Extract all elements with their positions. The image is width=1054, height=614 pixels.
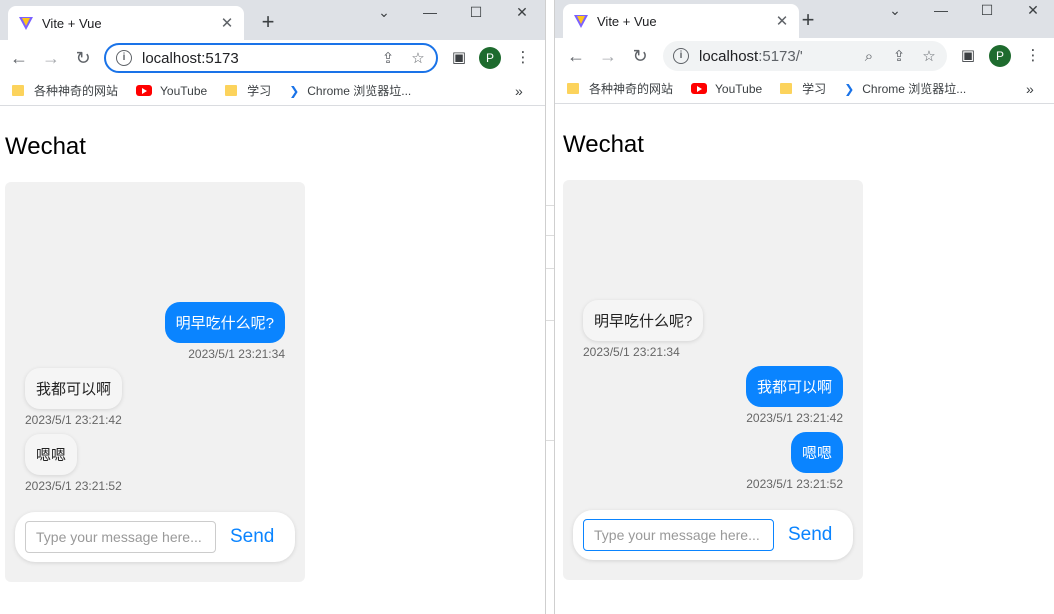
message-incoming: 明早吃什么呢? 2023/5/1 23:21:34: [583, 300, 704, 359]
star-icon[interactable]: ☆: [406, 49, 430, 67]
bookmark-item[interactable]: ❯ Chrome 浏览器垃...: [289, 82, 411, 99]
folder-icon: [780, 83, 793, 94]
tab-title: Vite + Vue: [42, 15, 102, 31]
minimize-icon[interactable]: —: [931, 2, 951, 18]
message-bubble: 我都可以啊: [25, 368, 123, 409]
message-outgoing: 我都可以啊 2023/5/1 23:21:42: [745, 366, 843, 425]
minimize-icon[interactable]: —: [420, 4, 440, 20]
bookmark-item[interactable]: YouTube: [691, 82, 762, 96]
bookmark-item[interactable]: ❯ Chrome 浏览器垃...: [844, 80, 966, 97]
url-text[interactable]: localhost:5173: [142, 50, 376, 67]
message-timestamp: 2023/5/1 23:21:52: [746, 477, 843, 491]
sidebar-icon[interactable]: ▣: [958, 46, 978, 64]
page-content: Wechat 明早吃什么呢? 2023/5/1 23:21:34 我都可以啊 2…: [0, 107, 545, 614]
address-bar[interactable]: i localhost:5173 ⇪ ☆: [104, 43, 438, 73]
toolbar: ← → ↻ i localhost:5173 ⇪ ☆ ▣ P ⋮: [0, 40, 545, 76]
maximize-icon[interactable]: ☐: [466, 4, 486, 21]
avatar[interactable]: P: [479, 47, 501, 69]
tab-active[interactable]: Vite + Vue ✕: [8, 6, 244, 40]
url-text[interactable]: localhost:5173/': [699, 48, 857, 65]
message-bubble: 明早吃什么呢?: [164, 302, 285, 343]
browser-window-right: Vite + Vue ✕ + ⌄ — ☐ ✕ ← → ↻ i localhost…: [555, 0, 1054, 614]
message-input[interactable]: [25, 521, 216, 553]
tab-active[interactable]: Vite + Vue ✕: [563, 4, 799, 38]
info-icon[interactable]: i: [673, 48, 689, 64]
message-incoming: 嗯嗯 2023/5/1 23:21:52: [25, 434, 122, 493]
menu-dots-icon[interactable]: ⋮: [513, 48, 533, 66]
plus-icon[interactable]: +: [796, 8, 820, 32]
menu-dots-icon[interactable]: ⋮: [1023, 46, 1043, 64]
message-composer: Send: [15, 512, 295, 562]
reload-icon[interactable]: ↻: [628, 44, 652, 68]
share-icon[interactable]: ⇪: [376, 49, 400, 67]
message-timestamp: 2023/5/1 23:21:34: [188, 347, 285, 361]
chat-window: 明早吃什么呢? 2023/5/1 23:21:34 我都可以啊 2023/5/1…: [5, 182, 305, 582]
bookmark-item[interactable]: YouTube: [136, 84, 207, 98]
folder-icon: [567, 83, 579, 94]
tab-strip: Vite + Vue ✕ + ⌄ — ☐ ✕: [0, 0, 545, 40]
page-title: Wechat: [5, 133, 86, 160]
forward-arrow-icon[interactable]: →: [39, 46, 63, 70]
back-arrow-icon[interactable]: ←: [7, 46, 31, 70]
message-outgoing: 嗯嗯 2023/5/1 23:21:52: [746, 432, 843, 491]
bookmark-item[interactable]: 学习: [780, 80, 826, 97]
folder-icon: [225, 85, 238, 96]
more-chevron-icon[interactable]: »: [515, 83, 523, 99]
close-window-icon[interactable]: ✕: [1023, 2, 1043, 19]
tab-title: Vite + Vue: [597, 13, 657, 29]
message-timestamp: 2023/5/1 23:21:42: [25, 413, 122, 427]
close-icon[interactable]: ✕: [773, 12, 791, 30]
folder-icon: [12, 85, 24, 96]
close-icon[interactable]: ✕: [218, 14, 236, 32]
send-button[interactable]: Send: [788, 520, 832, 550]
tab-strip: Vite + Vue ✕ + ⌄ — ☐ ✕: [555, 0, 1054, 40]
message-bubble: 嗯嗯: [790, 432, 843, 473]
chrome-bookmark-icon: ❯: [844, 81, 855, 96]
message-outgoing: 明早吃什么呢? 2023/5/1 23:21:34: [164, 302, 285, 361]
vite-logo-icon: [19, 17, 33, 30]
message-timestamp: 2023/5/1 23:21:42: [746, 411, 843, 425]
plus-icon[interactable]: +: [256, 10, 280, 34]
maximize-icon[interactable]: ☐: [977, 2, 997, 19]
chevron-down-icon[interactable]: ⌄: [374, 4, 394, 21]
message-bubble: 我都可以啊: [745, 366, 843, 407]
message-timestamp: 2023/5/1 23:21:52: [25, 479, 122, 493]
toolbar: ← → ↻ i localhost:5173/' ⌕ ⇪ ☆ ▣ P ⋮: [555, 38, 1054, 74]
chat-window: 明早吃什么呢? 2023/5/1 23:21:34 我都可以啊 2023/5/1…: [563, 180, 863, 580]
bookmark-item[interactable]: 各种神奇的网站: [12, 82, 118, 99]
address-bar[interactable]: i localhost:5173/' ⌕ ⇪ ☆: [663, 41, 947, 71]
message-bubble: 嗯嗯: [25, 434, 78, 475]
share-icon[interactable]: ⇪: [887, 47, 911, 65]
bookmarks-bar: 各种神奇的网站 YouTube 学习 ❯ Chrome 浏览器垃... »: [555, 74, 1054, 104]
vite-logo-icon: [574, 15, 588, 28]
bookmarks-bar: 各种神奇的网站 YouTube 学习 ❯ Chrome 浏览器垃... »: [0, 76, 545, 106]
info-icon[interactable]: i: [116, 50, 132, 66]
youtube-icon: [136, 85, 153, 96]
window-divider: [545, 0, 555, 614]
page-content: Wechat 明早吃什么呢? 2023/5/1 23:21:34 我都可以啊 2…: [555, 105, 1054, 614]
more-chevron-icon[interactable]: »: [1026, 81, 1034, 97]
chrome-bookmark-icon: ❯: [289, 83, 300, 98]
page-title: Wechat: [563, 131, 644, 158]
youtube-icon: [691, 83, 708, 94]
send-button[interactable]: Send: [230, 522, 274, 552]
screen: Vite + Vue ✕ + ⌄ — ☐ ✕ ← → ↻ i localhost…: [0, 0, 1054, 614]
message-composer: Send: [573, 510, 853, 560]
reload-icon[interactable]: ↻: [71, 46, 95, 70]
chevron-down-icon[interactable]: ⌄: [885, 2, 905, 19]
forward-arrow-icon[interactable]: →: [596, 44, 620, 68]
message-incoming: 我都可以啊 2023/5/1 23:21:42: [25, 368, 123, 427]
browser-window-left: Vite + Vue ✕ + ⌄ — ☐ ✕ ← → ↻ i localhost…: [0, 0, 545, 614]
close-window-icon[interactable]: ✕: [512, 4, 532, 21]
avatar[interactable]: P: [989, 45, 1011, 67]
star-icon[interactable]: ☆: [917, 47, 941, 65]
sidebar-icon[interactable]: ▣: [449, 48, 469, 66]
bookmark-item[interactable]: 各种神奇的网站: [567, 80, 673, 97]
bookmark-item[interactable]: 学习: [225, 82, 271, 99]
message-input[interactable]: [583, 519, 774, 551]
message-bubble: 明早吃什么呢?: [583, 300, 704, 341]
back-arrow-icon[interactable]: ←: [564, 44, 588, 68]
search-icon[interactable]: ⌕: [857, 48, 881, 65]
message-timestamp: 2023/5/1 23:21:34: [583, 345, 680, 359]
